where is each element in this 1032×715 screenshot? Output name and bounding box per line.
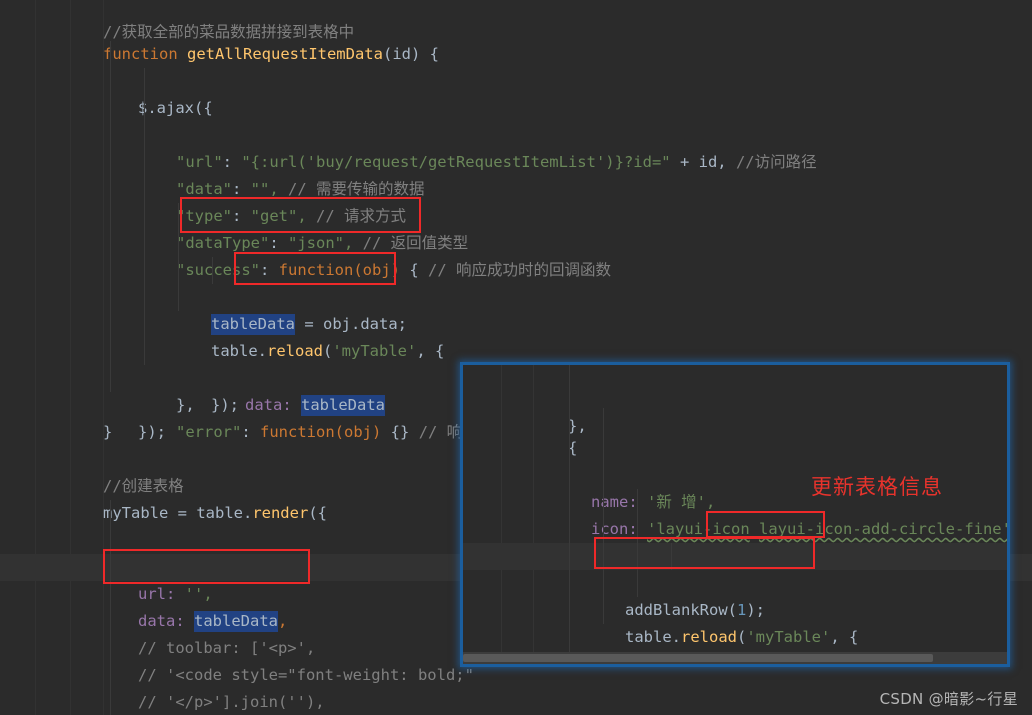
code-line[interactable]: "success": function(obj) { // 响应成功时的回调函数 xyxy=(0,176,1032,279)
code-line[interactable]: { xyxy=(463,381,1007,457)
code-line-current[interactable]: data: tableData xyxy=(463,543,1007,570)
code-line[interactable]: name: '新 增', xyxy=(463,408,1007,511)
code-line[interactable]: height: $(window).height() - $('#myTable… xyxy=(0,689,1032,715)
code-line[interactable]: "dataType": "json", // 返回值类型 xyxy=(0,149,1032,252)
annotation-note-update-table-info: 更新表格信息 xyxy=(811,475,943,499)
code-line[interactable]: }, xyxy=(463,624,1007,651)
close-ajax: }); xyxy=(138,423,166,441)
code-text: } xyxy=(103,419,112,446)
inset-code-panel[interactable]: }, { name: '新 增', icon: 'layui-icon layu… xyxy=(460,362,1010,667)
key-error: "error" xyxy=(176,423,242,441)
code-line[interactable]: "type": "get", // 请求方式 xyxy=(0,122,1032,225)
code-line[interactable]: table.reload('myTable', { xyxy=(0,230,1032,360)
code-line[interactable]: icon: 'layui-icon layui-icon-add-circle-… xyxy=(463,435,1007,538)
code-line[interactable]: tableData = obj.data; xyxy=(0,203,1032,335)
code-line[interactable]: "url": "{:url('buy/request/getRequestIte… xyxy=(0,68,1032,171)
code-text: }); xyxy=(138,419,166,446)
code-line[interactable]: data: tableData xyxy=(0,257,1032,416)
code-line[interactable]: "data": "", // 需要传输的数据 xyxy=(0,95,1032,198)
code-line[interactable]: function getAllRequestItemData(id) { xyxy=(0,14,1032,63)
fn-obj: function(obj) xyxy=(260,423,382,441)
code-line[interactable]: $.ajax({ xyxy=(0,41,1032,117)
inset-horizontal-scrollbar[interactable] xyxy=(463,652,1007,664)
inset-scrollbar-thumb[interactable] xyxy=(463,654,933,662)
code-line[interactable]: }); xyxy=(463,570,1007,597)
code-line[interactable]: "error": function(obj) {} // 响应失败时的回调函数 xyxy=(0,338,1032,441)
colon: : xyxy=(241,423,260,441)
code-line[interactable]: table.reload('myTable', { xyxy=(463,516,1007,646)
csdn-watermark: CSDN @暗影~行星 xyxy=(879,690,1018,708)
code-line[interactable]: } xyxy=(463,597,1007,624)
empty-block: {} xyxy=(390,423,410,441)
close-function-brace: } xyxy=(103,423,113,441)
screenshot-root: //获取全部的菜品数据拼接到表格中 function getAllRequest… xyxy=(0,0,1032,715)
code-line[interactable]: }); xyxy=(0,284,1032,414)
code-line[interactable]: }, xyxy=(0,311,1032,414)
